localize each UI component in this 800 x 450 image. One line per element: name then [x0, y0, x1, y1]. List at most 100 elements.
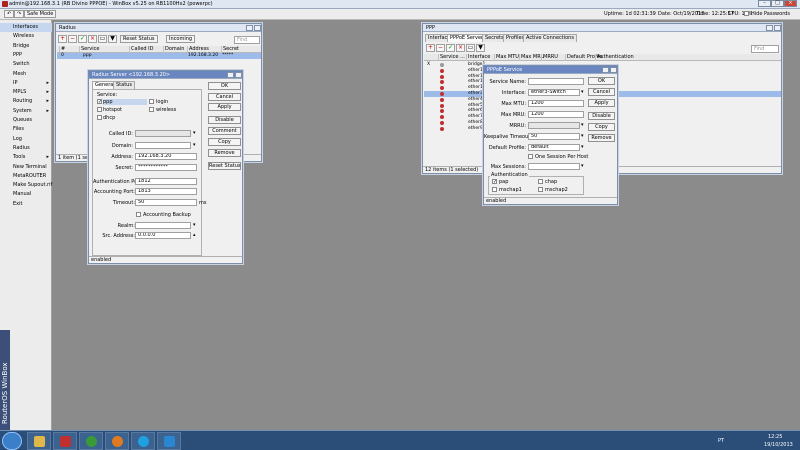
- pppoe-apply-button[interactable]: Apply: [588, 99, 615, 107]
- pppoe-cancel-button[interactable]: Cancel: [588, 88, 615, 96]
- radius-window-close-icon[interactable]: [254, 25, 261, 31]
- called-id-field[interactable]: [135, 130, 191, 137]
- interface-select[interactable]: ether3-Switch: [528, 89, 580, 96]
- col-authentication[interactable]: Authentication: [595, 54, 634, 61]
- domain-field[interactable]: [135, 142, 191, 149]
- start-button[interactable]: [2, 432, 22, 450]
- pppoe-disable-button[interactable]: Disable: [588, 112, 615, 120]
- taskbar-chrome[interactable]: [79, 432, 103, 450]
- ppp-remove-icon[interactable]: −: [436, 44, 445, 52]
- minimize-icon[interactable]: –: [758, 0, 771, 7]
- one-session-checkbox[interactable]: [528, 154, 533, 159]
- col-num[interactable]: #: [59, 46, 65, 53]
- sidebar-item-new-terminal[interactable]: New Terminal: [0, 163, 52, 172]
- sidebar-item-wireless[interactable]: Wireless: [0, 32, 52, 41]
- taskbar-firefox[interactable]: [105, 432, 129, 450]
- tab-status[interactable]: Status: [113, 81, 135, 89]
- sidebar-item-queues[interactable]: Queues: [0, 116, 52, 125]
- sidebar-item-radius[interactable]: Radius: [0, 144, 52, 153]
- radius-find-input[interactable]: Find: [234, 36, 260, 44]
- service-hotspot-checkbox[interactable]: [97, 107, 102, 112]
- timeout-field[interactable]: 50: [135, 199, 197, 206]
- col-max-mtu[interactable]: Max MTU: [494, 54, 519, 61]
- disable-button[interactable]: Disable: [208, 116, 241, 124]
- auth-mschap2-checkbox[interactable]: [538, 187, 543, 192]
- pppoe-copy-button[interactable]: Copy: [588, 123, 615, 131]
- reset-status-button[interactable]: Reset Status: [208, 162, 241, 170]
- pppoe-remove-button[interactable]: Remove: [588, 134, 615, 142]
- reset-status-button[interactable]: Reset Status: [120, 35, 158, 43]
- sidebar-item-mpls[interactable]: MPLS ▸: [0, 88, 52, 97]
- sidebar-item-routing[interactable]: Routing ▸: [0, 97, 52, 106]
- pppoe-maximize-icon[interactable]: [602, 67, 609, 73]
- ppp-enable-icon[interactable]: ✓: [446, 44, 455, 52]
- hide-passwords-checkbox[interactable]: [744, 11, 749, 16]
- radius-window-maximize-icon[interactable]: [246, 25, 253, 31]
- ok-button[interactable]: OK: [208, 82, 241, 90]
- sidebar-item-files[interactable]: Files: [0, 125, 52, 134]
- enable-icon[interactable]: ✓: [78, 35, 87, 43]
- sidebar-item-switch[interactable]: Switch: [0, 60, 52, 69]
- src-address-dropdown-icon[interactable]: ▴: [193, 232, 196, 238]
- auth-chap-checkbox[interactable]: [538, 179, 543, 184]
- col-service[interactable]: Service: [79, 46, 99, 53]
- ppp-disable-icon[interactable]: ×: [456, 44, 465, 52]
- auth-port-field[interactable]: 1812: [135, 178, 197, 185]
- taskbar-skype[interactable]: [131, 432, 155, 450]
- copy-button[interactable]: Copy: [208, 138, 241, 146]
- cancel-button[interactable]: Cancel: [208, 93, 241, 101]
- taskbar-explorer[interactable]: [27, 432, 51, 450]
- realm-dropdown-icon[interactable]: ▾: [193, 222, 196, 228]
- acct-backup-checkbox[interactable]: [136, 212, 141, 217]
- undo-button[interactable]: ↶: [4, 10, 15, 18]
- mrru-field[interactable]: [528, 122, 580, 129]
- acct-port-field[interactable]: 1813: [135, 188, 197, 195]
- max-mru-field[interactable]: 1200: [528, 111, 584, 118]
- address-field[interactable]: 192.168.3.20: [135, 153, 197, 160]
- realm-field[interactable]: [135, 222, 191, 229]
- clock-date[interactable]: 19/10/2013: [764, 442, 793, 448]
- max-sessions-field[interactable]: [528, 163, 580, 170]
- pppoe-close-icon[interactable]: [610, 67, 617, 73]
- table-row[interactable]: 0 ppp 192.168.3.20 *****: [57, 53, 261, 59]
- disable-icon[interactable]: ×: [88, 35, 97, 43]
- clock-time[interactable]: 12:25: [768, 434, 782, 440]
- sidebar-item-interfaces[interactable]: Interfaces: [0, 23, 52, 32]
- language-indicator[interactable]: PT: [718, 438, 724, 444]
- max-sessions-dropdown-icon[interactable]: ▾: [581, 163, 584, 169]
- sidebar-item-exit[interactable]: Exit: [0, 200, 52, 209]
- col-mrru[interactable]: MRRU: [541, 54, 558, 61]
- service-wireless-checkbox[interactable]: [149, 107, 154, 112]
- sidebar-item-bridge[interactable]: Bridge: [0, 42, 52, 51]
- col-address[interactable]: Address: [187, 46, 209, 53]
- service-login-checkbox[interactable]: [149, 99, 154, 104]
- interface-dropdown-icon[interactable]: ▾: [581, 89, 584, 95]
- col-called-id[interactable]: Called ID: [129, 46, 154, 53]
- ppp-window-maximize-icon[interactable]: [766, 25, 773, 31]
- auth-mschap1-checkbox[interactable]: [492, 187, 497, 192]
- add-icon[interactable]: +: [58, 35, 67, 43]
- default-profile-select[interactable]: default: [528, 144, 580, 151]
- radius-server-close-icon[interactable]: [235, 72, 242, 78]
- mrru-dropdown-icon[interactable]: ▾: [581, 122, 584, 128]
- col-service[interactable]: Service ...: [438, 54, 465, 61]
- redo-button[interactable]: ↷: [14, 10, 25, 18]
- sidebar-item-metarouter[interactable]: MetaROUTER: [0, 172, 52, 181]
- sidebar-item-make-supout-rif[interactable]: Make Supout.rif: [0, 181, 52, 190]
- comment-icon[interactable]: ▭: [98, 35, 107, 43]
- auth-pap-checkbox[interactable]: ✓: [492, 179, 497, 185]
- maximize-icon[interactable]: □: [771, 0, 784, 7]
- close-icon[interactable]: ×: [784, 0, 797, 7]
- col-secret[interactable]: Secret: [221, 46, 239, 53]
- col-interface[interactable]: Interface: [466, 54, 490, 61]
- src-address-field[interactable]: 0.0.0.0: [135, 232, 191, 239]
- keepalive-dropdown-icon[interactable]: ▾: [581, 133, 584, 139]
- default-profile-dropdown-icon[interactable]: ▾: [581, 144, 584, 150]
- secret-field[interactable]: ************: [135, 164, 197, 171]
- ppp-window-close-icon[interactable]: [774, 25, 781, 31]
- ppp-find-input[interactable]: Find: [751, 45, 779, 53]
- sidebar-item-system[interactable]: System ▸: [0, 107, 52, 116]
- filter-icon[interactable]: ▼: [108, 35, 117, 43]
- pppoe-ok-button[interactable]: OK: [588, 77, 615, 85]
- remove-button[interactable]: Remove: [208, 149, 241, 157]
